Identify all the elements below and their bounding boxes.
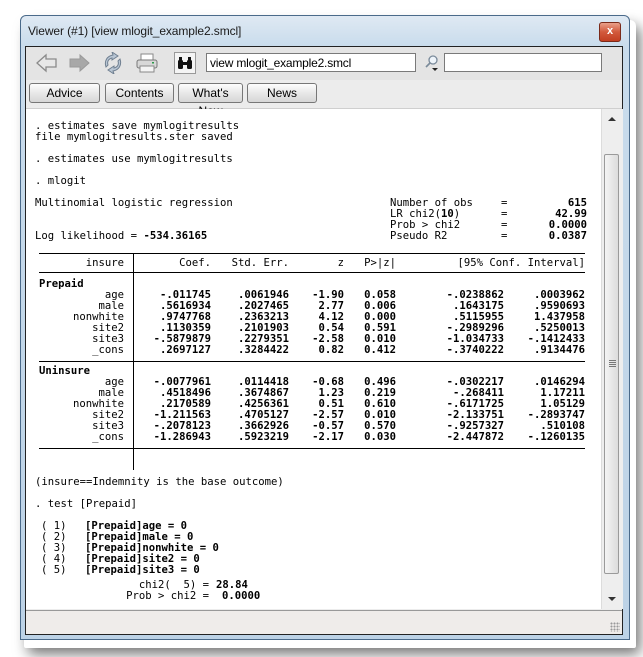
viewer-window: Viewer (#1) [view mlogit_example2.smcl] … xyxy=(20,15,630,640)
command-line: . estimates use mymlogitresults xyxy=(35,153,233,165)
stat-label: Pseudo R2 xyxy=(390,230,448,242)
refresh-button[interactable] xyxy=(100,51,126,75)
cell-z: -2.17 xyxy=(312,431,344,443)
refresh-icon xyxy=(104,52,122,74)
cell-coef: -1.286943 xyxy=(153,431,211,443)
close-button[interactable]: x xyxy=(599,22,621,42)
scroll-up-arrow-icon[interactable] xyxy=(608,117,616,121)
viewer-client: view mlogit_example2.smcl Advice Content… xyxy=(25,46,623,635)
advice-button[interactable]: Advice xyxy=(29,83,100,103)
cell-coef: .2697127 xyxy=(159,344,211,356)
stat-value: 0.0387 xyxy=(548,230,587,242)
close-icon: x xyxy=(606,25,614,37)
scroll-down-arrow-icon[interactable] xyxy=(608,597,616,601)
title-bar[interactable]: Viewer (#1) [view mlogit_example2.smcl] … xyxy=(21,16,629,46)
cell-se: .3284422 xyxy=(237,344,289,356)
log-likelihood-label: Log likelihood = xyxy=(35,230,144,242)
contents-button[interactable]: Contents xyxy=(105,83,174,103)
variable-name: _cons xyxy=(92,431,124,443)
cell-se: .5923219 xyxy=(237,431,289,443)
table-rule xyxy=(39,253,585,254)
binoculars-icon xyxy=(178,57,192,69)
output-line: file mymlogitresults.ster saved xyxy=(35,131,233,143)
cell-lo: -.3740222 xyxy=(446,344,504,356)
cell-z: 0.82 xyxy=(318,344,344,356)
table-rule xyxy=(39,361,585,362)
constraint-text: [Prepaid]site3 = 0 xyxy=(85,564,200,576)
address-input[interactable]: view mlogit_example2.smcl xyxy=(206,53,416,72)
vertical-scrollbar[interactable] xyxy=(601,109,623,609)
prob-value: 0.0000 xyxy=(222,590,261,602)
equation-name: Uninsure xyxy=(39,365,91,377)
col-header: P>|z| xyxy=(364,257,396,269)
log-likelihood-value: -534.36165 xyxy=(143,230,208,242)
col-header: z xyxy=(337,257,344,269)
command-line: . test [Prepaid] xyxy=(35,498,138,510)
cell-p: 0.412 xyxy=(364,344,396,356)
col-header: Coef. xyxy=(179,257,211,269)
table-rule xyxy=(39,272,585,273)
base-outcome-note: (insure==Indemnity is the base outcome) xyxy=(35,476,284,488)
window-title: Viewer (#1) [view mlogit_example2.smcl] xyxy=(28,24,242,38)
nav-button-bar: Advice Contents What's New News xyxy=(26,80,622,118)
constraint-number: ( 5) xyxy=(41,564,67,576)
grip-icon xyxy=(609,360,616,368)
resize-grip-icon[interactable] xyxy=(610,622,620,632)
back-button[interactable] xyxy=(34,51,60,75)
model-title: Multinomial logistic regression xyxy=(35,197,233,209)
whats-new-button[interactable]: What's New xyxy=(178,83,243,118)
table-rule xyxy=(39,448,585,449)
results-content[interactable]: . estimates save mymlogitresults file my… xyxy=(26,109,601,609)
back-arrow-icon xyxy=(36,53,57,73)
variable-name: _cons xyxy=(92,344,124,356)
news-button[interactable]: News xyxy=(247,83,317,103)
depvar-header: insure xyxy=(85,257,124,269)
find-button[interactable] xyxy=(174,52,196,74)
forward-arrow-icon xyxy=(69,53,90,73)
cell-lo: -2.447872 xyxy=(446,431,504,443)
toolbar: view mlogit_example2.smcl xyxy=(26,47,622,80)
print-button[interactable] xyxy=(134,51,160,75)
cell-hi: -.1260135 xyxy=(527,431,585,443)
cell-hi: .9134476 xyxy=(533,344,585,356)
status-bar xyxy=(26,610,622,634)
search-magnifier-icon xyxy=(425,55,438,71)
search-options-button[interactable] xyxy=(422,51,442,75)
equation-name: Prepaid xyxy=(39,278,84,290)
prob-label: Prob > chi2 = xyxy=(126,590,209,602)
cell-p: 0.030 xyxy=(364,431,396,443)
stat-eq: = xyxy=(501,230,508,242)
log-likelihood: Log likelihood = -534.36165 xyxy=(35,231,207,242)
col-header: [95% Conf. Interval] xyxy=(457,257,585,269)
command-line: . mlogit xyxy=(35,175,87,187)
col-header: Std. Err. xyxy=(231,257,289,269)
print-icon xyxy=(136,53,158,73)
search-input[interactable] xyxy=(444,53,602,72)
forward-button[interactable] xyxy=(66,51,92,75)
scroll-thumb[interactable] xyxy=(604,154,619,574)
